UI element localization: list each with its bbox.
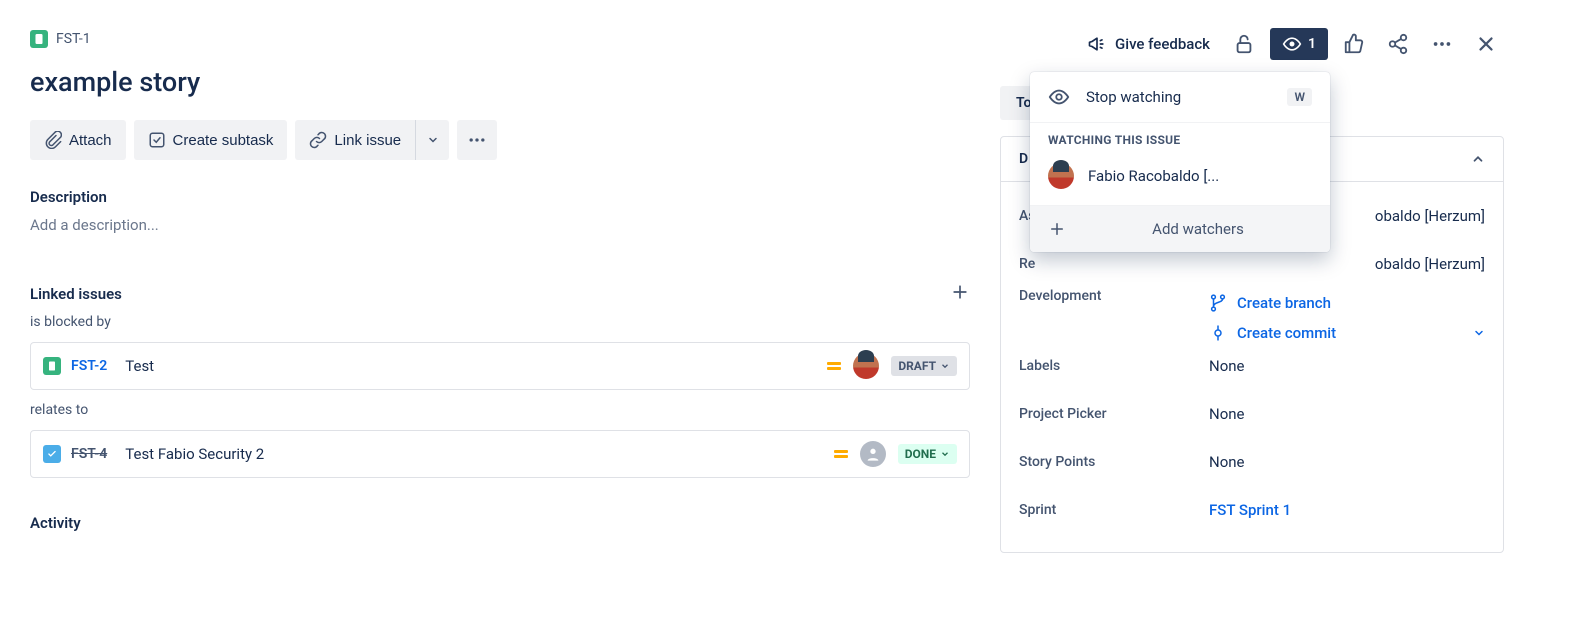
subtask-icon	[148, 131, 166, 149]
sprint-row[interactable]: Sprint FST Sprint 1	[1019, 486, 1485, 534]
linked-issue-card[interactable]: FST-2 Test DRAFT	[30, 342, 970, 390]
linked-issue-summary: Test Fabio Security 2	[125, 445, 833, 463]
chevron-down-icon	[427, 134, 439, 146]
task-type-icon	[43, 445, 61, 463]
more-horizontal-icon	[1431, 33, 1453, 55]
watchers-popover: Stop watching W WATCHING THIS ISSUE Fabi…	[1030, 72, 1330, 252]
plus-icon	[1048, 220, 1066, 238]
link-icon	[309, 131, 327, 149]
add-watchers-button[interactable]: Add watchers	[1030, 205, 1330, 252]
attach-button[interactable]: Attach	[30, 120, 126, 160]
avatar	[1048, 163, 1074, 189]
description-label: Description	[30, 188, 1000, 206]
create-commit-link[interactable]: Create commit	[1209, 324, 1485, 342]
chevron-up-icon	[1471, 152, 1485, 166]
labels-row[interactable]: Labels None	[1019, 342, 1485, 390]
activity-header: Activity	[30, 514, 1000, 532]
link-group-label: relates to	[30, 402, 1000, 418]
issue-key[interactable]: FST-1	[56, 31, 91, 47]
development-row: Development Create branch Create commit	[1019, 288, 1485, 342]
priority-medium-icon	[827, 362, 841, 370]
linked-issues-header: Linked issues	[30, 285, 122, 303]
eye-icon	[1282, 34, 1302, 54]
assignee-avatar[interactable]	[853, 353, 879, 379]
watching-section-header: WATCHING THIS ISSUE	[1030, 123, 1330, 157]
issue-toolbar: Attach Create subtask Link issue	[30, 120, 1000, 160]
priority-medium-icon	[834, 450, 848, 458]
watch-count: 1	[1308, 36, 1316, 52]
paperclip-icon	[44, 131, 62, 149]
linked-issue-summary: Test	[125, 357, 827, 375]
share-button[interactable]	[1380, 26, 1416, 62]
give-feedback-button[interactable]: Give feedback	[1087, 34, 1210, 54]
chevron-down-icon[interactable]	[1473, 327, 1485, 339]
unlock-button[interactable]	[1226, 26, 1262, 62]
story-type-icon	[43, 357, 61, 375]
megaphone-icon	[1087, 34, 1107, 54]
eye-icon	[1048, 86, 1070, 108]
plus-icon	[950, 282, 970, 302]
watch-button[interactable]: 1	[1270, 28, 1328, 60]
story-points-row[interactable]: Story Points None	[1019, 438, 1485, 486]
create-subtask-button[interactable]: Create subtask	[134, 120, 288, 160]
issue-title[interactable]: example story	[30, 66, 1000, 98]
link-issue-button[interactable]: Link issue	[295, 120, 415, 160]
unassigned-avatar[interactable]	[860, 441, 886, 467]
linked-issue-key[interactable]: FST-2	[71, 358, 107, 374]
story-type-icon	[30, 30, 48, 48]
branch-icon	[1209, 294, 1227, 312]
shortcut-badge: W	[1287, 88, 1312, 106]
more-horizontal-icon	[467, 130, 487, 150]
close-icon	[1475, 33, 1497, 55]
status-badge[interactable]: DRAFT	[891, 356, 957, 376]
more-actions-button[interactable]	[457, 120, 497, 160]
add-linked-issue-button[interactable]	[950, 282, 970, 306]
project-picker-row[interactable]: Project Picker None	[1019, 390, 1485, 438]
close-button[interactable]	[1468, 26, 1504, 62]
create-branch-link[interactable]: Create branch	[1209, 294, 1485, 312]
like-button[interactable]	[1336, 26, 1372, 62]
status-badge[interactable]: DONE	[898, 444, 957, 464]
thumbs-up-icon	[1343, 33, 1365, 55]
link-group-label: is blocked by	[30, 314, 1000, 330]
link-issue-dropdown[interactable]	[415, 120, 449, 160]
commit-icon	[1209, 324, 1227, 342]
description-placeholder[interactable]: Add a description...	[30, 216, 1000, 234]
unlock-icon	[1233, 33, 1255, 55]
stop-watching-button[interactable]: Stop watching W	[1030, 72, 1330, 123]
share-icon	[1387, 33, 1409, 55]
linked-issue-key[interactable]: FST-4	[71, 446, 107, 462]
more-menu-button[interactable]	[1424, 26, 1460, 62]
breadcrumb[interactable]: FST-1	[30, 30, 1000, 48]
linked-issue-card[interactable]: FST-4 Test Fabio Security 2 DONE	[30, 430, 970, 478]
watcher-item[interactable]: Fabio Racobaldo [...	[1030, 157, 1330, 205]
